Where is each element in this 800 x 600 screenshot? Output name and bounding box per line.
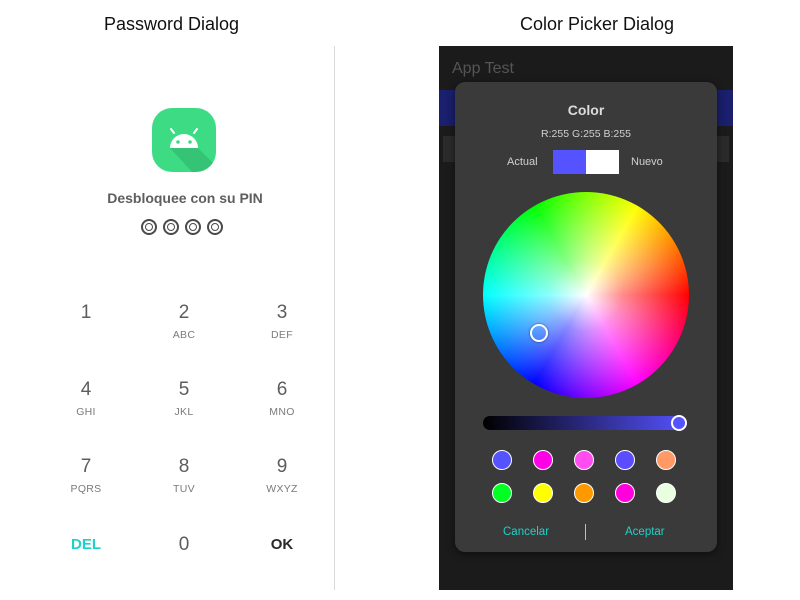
key-digit: 7: [80, 456, 92, 477]
rgb-readout: R:255 G:255 B:255: [541, 128, 631, 140]
pin-dot: [141, 219, 157, 235]
pin-prompt: Desbloquee con su PIN: [107, 190, 263, 206]
key-0[interactable]: 0: [144, 534, 224, 556]
actual-label: Actual: [507, 156, 538, 168]
android-robot-icon: [152, 108, 216, 172]
key-letters: ABC: [172, 329, 196, 341]
key-letters: TUV: [173, 483, 195, 495]
key-2[interactable]: 2 ABC: [144, 302, 224, 341]
pin-dot: [207, 219, 223, 235]
preset-swatch[interactable]: [656, 483, 676, 503]
key-digit: 3: [276, 302, 288, 323]
section-divider: [334, 46, 335, 590]
color-wheel[interactable]: [483, 192, 689, 398]
preset-swatch[interactable]: [533, 483, 553, 503]
color-wheel-cursor[interactable]: [530, 324, 548, 342]
preset-swatch[interactable]: [574, 483, 594, 503]
delete-button[interactable]: DEL: [46, 534, 126, 556]
preset-swatch[interactable]: [574, 450, 594, 470]
key-8[interactable]: 8 TUV: [144, 456, 224, 495]
key-digit: 2: [178, 302, 190, 323]
key-digit: 9: [276, 456, 288, 477]
color-picker-caption: Color Picker Dialog: [520, 14, 675, 34]
preset-swatch[interactable]: [615, 450, 635, 470]
preset-swatch[interactable]: [533, 450, 553, 470]
key-letters: MNO: [269, 406, 295, 418]
color-picker-dialog: Color R:255 G:255 B:255 Actual Nuevo Can…: [455, 82, 717, 552]
key-digit: 0: [178, 534, 190, 555]
key-1[interactable]: 1: [46, 302, 126, 329]
brightness-slider-thumb[interactable]: [671, 415, 687, 431]
key-3[interactable]: 3 DEF: [242, 302, 322, 341]
preset-swatch[interactable]: [492, 450, 512, 470]
key-6[interactable]: 6 MNO: [242, 379, 322, 418]
new-color-swatch: [586, 150, 619, 174]
key-digit: 4: [80, 379, 92, 400]
cancel-button[interactable]: Cancelar: [503, 526, 549, 538]
key-letters: DEF: [271, 329, 293, 341]
key-letters: PQRS: [70, 483, 102, 495]
preset-swatch[interactable]: [615, 483, 635, 503]
key-4[interactable]: 4 GHI: [46, 379, 126, 418]
key-digit: 6: [276, 379, 288, 400]
ok-button[interactable]: OK: [242, 534, 322, 556]
pin-dot: [163, 219, 179, 235]
key-9[interactable]: 9 WXYZ: [242, 456, 322, 495]
preset-swatch[interactable]: [492, 483, 512, 503]
dialog-title: Color: [567, 102, 605, 118]
nuevo-label: Nuevo: [631, 156, 663, 168]
delete-label: DEL: [71, 536, 101, 553]
key-letters: JKL: [174, 406, 194, 418]
current-color-swatch: [553, 150, 586, 174]
pin-indicator: [141, 219, 223, 235]
ok-label: OK: [270, 536, 294, 553]
key-7[interactable]: 7 PQRS: [46, 456, 126, 495]
key-digit: 5: [178, 379, 190, 400]
key-digit: 8: [178, 456, 190, 477]
app-title: App Test: [452, 60, 514, 77]
key-digit: 1: [80, 302, 92, 323]
accept-button[interactable]: Aceptar: [625, 526, 665, 538]
pin-dot: [185, 219, 201, 235]
key-letters: WXYZ: [266, 483, 298, 495]
password-dialog-caption: Password Dialog: [104, 14, 240, 34]
button-divider: [585, 524, 586, 540]
key-5[interactable]: 5 JKL: [144, 379, 224, 418]
brightness-slider[interactable]: [483, 416, 687, 430]
preset-swatch[interactable]: [656, 450, 676, 470]
key-letters: GHI: [76, 406, 96, 418]
